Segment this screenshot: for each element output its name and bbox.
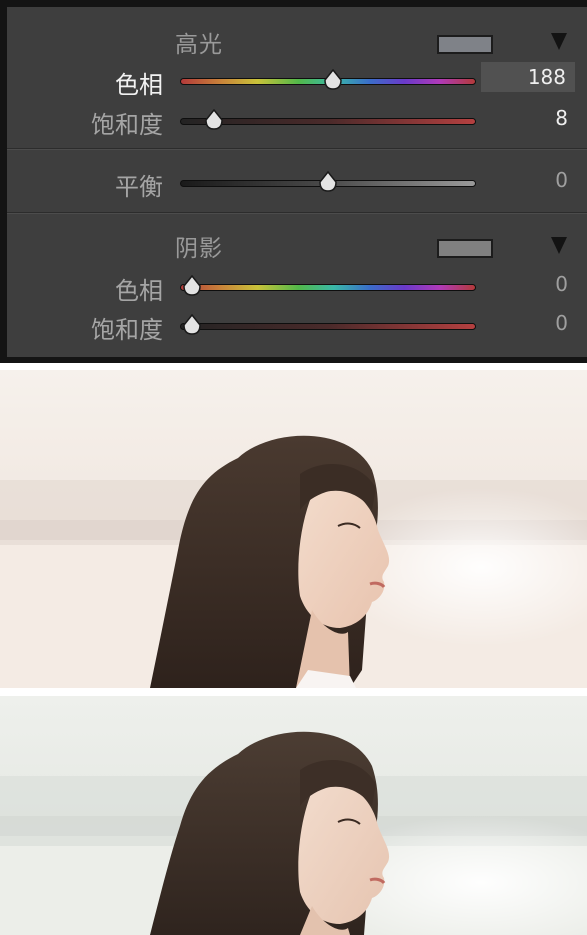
highlights-saturation-label: 饱和度 xyxy=(91,111,163,139)
shadows-saturation-slider[interactable] xyxy=(180,323,476,330)
highlights-hue-value-box[interactable]: 188 xyxy=(481,62,575,92)
collapse-triangle-icon[interactable] xyxy=(551,237,567,254)
collapse-triangle-icon[interactable] xyxy=(551,33,567,50)
balance-label: 平衡 xyxy=(115,173,163,201)
after-photo xyxy=(0,696,587,935)
highlights-hue-thumb[interactable] xyxy=(322,69,344,91)
shadows-hue-label: 色相 xyxy=(115,277,163,305)
highlights-header[interactable]: 高光 xyxy=(7,25,587,65)
shadows-saturation-row: 饱和度 0 xyxy=(7,308,587,344)
highlights-hue-row: 色相 188 xyxy=(7,62,587,99)
highlights-saturation-value[interactable]: 8 xyxy=(555,106,568,130)
divider-highlight xyxy=(7,213,587,214)
balance-row: 平衡 0 xyxy=(7,165,587,201)
highlights-color-swatch[interactable] xyxy=(437,35,493,54)
shadows-saturation-value[interactable]: 0 xyxy=(555,311,568,335)
shadows-hue-thumb[interactable] xyxy=(181,275,203,297)
balance-thumb[interactable] xyxy=(317,171,339,193)
shadows-title: 阴影 xyxy=(175,236,223,262)
shadows-color-swatch[interactable] xyxy=(437,239,493,258)
split-toning-panel: 高光 色相 188 饱和度 8 平衡 0 阴影 色相 0 饱和度 0 xyxy=(0,0,587,363)
highlights-title: 高光 xyxy=(175,32,223,58)
highlights-hue-value: 188 xyxy=(527,65,566,89)
shadows-hue-row: 色相 0 xyxy=(7,269,587,305)
shadows-hue-value[interactable]: 0 xyxy=(555,272,568,296)
balance-value[interactable]: 0 xyxy=(555,168,568,192)
highlights-hue-label: 色相 xyxy=(115,71,163,99)
shadows-saturation-thumb[interactable] xyxy=(181,314,203,336)
shadows-hue-slider[interactable] xyxy=(180,284,476,291)
highlights-saturation-thumb[interactable] xyxy=(203,109,225,131)
highlights-saturation-row: 饱和度 8 xyxy=(7,103,587,139)
panel-body: 高光 色相 188 饱和度 8 平衡 0 阴影 色相 0 饱和度 0 xyxy=(7,7,587,357)
before-photo xyxy=(0,370,587,688)
divider-highlight xyxy=(7,149,587,150)
shadows-saturation-label: 饱和度 xyxy=(91,316,163,344)
shadows-header[interactable]: 阴影 xyxy=(7,229,587,269)
